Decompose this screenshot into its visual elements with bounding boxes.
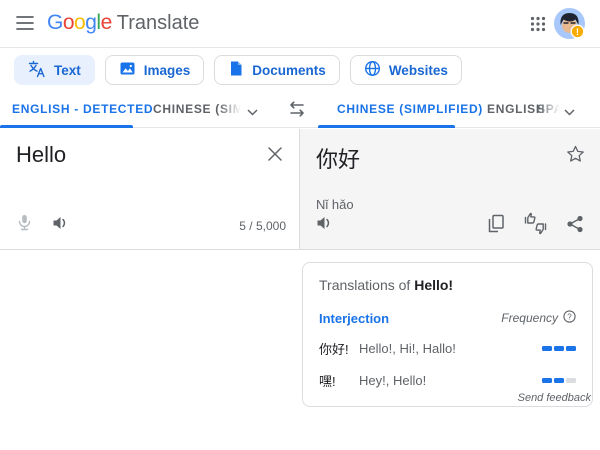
card-title: Translations of Hello!	[319, 277, 576, 293]
image-icon	[119, 60, 136, 80]
globe-icon	[364, 60, 381, 80]
source-language-active-indicator	[0, 125, 133, 128]
card-title-prefix: Translations of	[319, 277, 410, 293]
google-translate-logo[interactable]: GoogleTranslate	[47, 11, 199, 35]
share-translation-icon[interactable]	[566, 215, 584, 238]
translate-icon	[28, 60, 46, 81]
tab-label: Documents	[252, 63, 326, 78]
target-language-selected[interactable]: CHINESE (SIMPLIFIED)	[337, 102, 483, 116]
frequency-header: Frequency ?	[501, 310, 576, 326]
save-translation-star-icon[interactable]	[566, 145, 585, 168]
part-of-speech-row: Interjection Frequency ?	[319, 310, 576, 326]
app-name: Translate	[117, 12, 200, 34]
logo-letter: e	[101, 11, 112, 34]
translated-text: 你好	[316, 142, 360, 174]
listen-translation-speaker-icon[interactable]	[316, 215, 333, 236]
help-icon[interactable]: ?	[563, 310, 576, 326]
source-text-input[interactable]: Hello	[16, 142, 66, 168]
tab-images[interactable]: Images	[105, 55, 205, 85]
target-text-panel: 你好 Nǐ hǎo	[300, 129, 600, 249]
swap-languages-icon[interactable]	[286, 98, 308, 120]
avatar-alert-badge: !	[576, 27, 579, 38]
tab-label: Images	[144, 63, 191, 78]
google-apps-grid-icon[interactable]	[530, 16, 546, 32]
translations-card: Translations of Hello! Interjection Freq…	[302, 262, 593, 407]
tab-label: Websites	[389, 63, 448, 78]
copy-translation-icon[interactable]	[487, 214, 505, 238]
profile-avatar[interactable]: !	[554, 8, 585, 39]
tab-label: Text	[54, 63, 81, 78]
frequency-bars	[542, 378, 576, 383]
app-header: GoogleTranslate !	[0, 0, 600, 48]
card-title-word: Hello!	[414, 277, 453, 293]
translation-word[interactable]: 你好!	[319, 339, 357, 358]
tab-websites[interactable]: Websites	[350, 55, 462, 85]
clear-source-close-icon[interactable]	[267, 146, 283, 162]
part-of-speech-label: Interjection	[319, 311, 389, 326]
target-language-active-indicator	[318, 125, 455, 128]
microphone-icon[interactable]	[16, 214, 33, 236]
logo-letter: G	[47, 11, 63, 34]
translation-row[interactable]: 你好! Hello!, Hi!, Hallo!	[319, 339, 576, 358]
tab-documents[interactable]: Documents	[214, 55, 340, 85]
logo-letter: o	[63, 11, 74, 34]
language-bar: ENGLISH - DETECTED CHINESE (SIMPLIF CHIN…	[0, 90, 600, 128]
source-language-selected[interactable]: ENGLISH - DETECTED	[12, 102, 153, 116]
send-feedback-link[interactable]: Send feedback	[518, 392, 591, 404]
logo-letter: g	[85, 11, 96, 34]
logo-letter: o	[74, 11, 85, 34]
character-count: 5 / 5,000	[239, 219, 286, 233]
source-text-panel[interactable]: Hello 5 / 5,000	[0, 129, 300, 249]
frequency-bars	[542, 346, 576, 351]
source-language-chevron-down-icon[interactable]	[247, 105, 258, 119]
mode-tabs: Text Images Documents Webs	[14, 55, 462, 85]
listen-source-speaker-icon[interactable]	[52, 215, 69, 236]
transliteration: Nǐ hǎo	[316, 197, 354, 212]
target-language-option-spanish[interactable]: SPA	[537, 102, 560, 116]
reverse-translations: Hey!, Hello!	[357, 373, 542, 388]
reverse-translations: Hello!, Hi!, Hallo!	[357, 341, 542, 356]
source-language-option[interactable]: CHINESE (SIMPLIF	[153, 102, 241, 116]
svg-text:?: ?	[567, 312, 572, 321]
frequency-label: Frequency	[501, 311, 558, 325]
translation-word[interactable]: 嘿!	[319, 371, 357, 390]
hamburger-menu-icon[interactable]	[16, 15, 34, 31]
document-icon	[228, 60, 244, 80]
translate-panels: Hello 5 / 5,000 你好 Nǐ hǎo	[0, 129, 600, 250]
translation-row[interactable]: 嘿! Hey!, Hello!	[319, 371, 576, 390]
target-language-chevron-down-icon[interactable]	[564, 105, 575, 119]
tab-text[interactable]: Text	[14, 55, 95, 85]
rate-translation-thumbs-icon[interactable]	[524, 212, 547, 240]
